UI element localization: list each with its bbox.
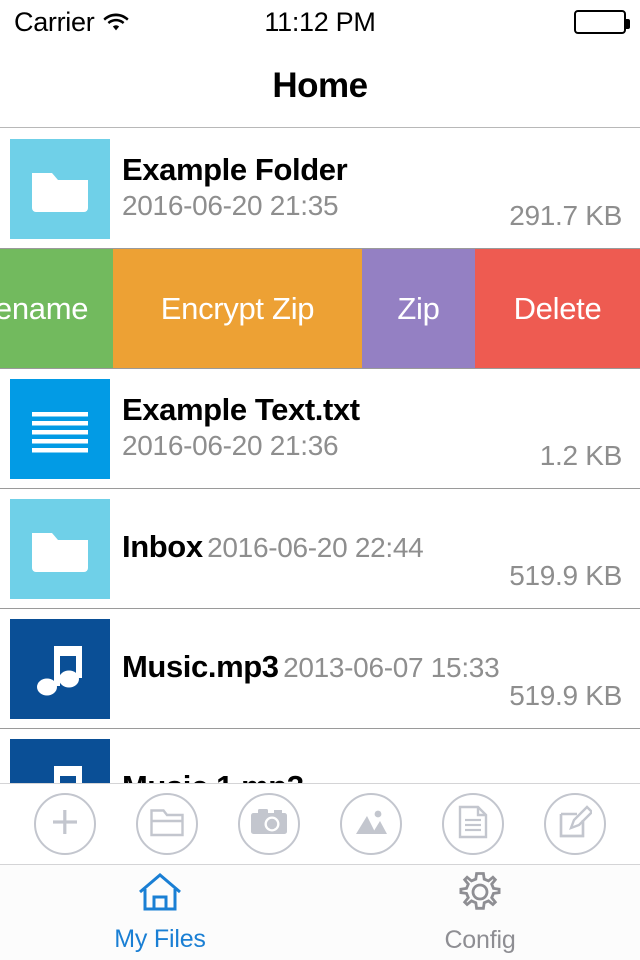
file-name: Example Folder xyxy=(122,151,348,187)
delete-button-label: Delete xyxy=(513,290,602,326)
zip-button-label: Zip xyxy=(397,290,440,326)
edit-icon xyxy=(558,804,594,844)
list-item[interactable]: Inbox 2016-06-20 22:44 519.9 KB xyxy=(0,489,640,609)
encrypt-zip-button-label: Encrypt Zip xyxy=(160,290,315,326)
text-document-icon xyxy=(10,378,110,479)
folder-icon xyxy=(10,498,110,599)
photos-button[interactable] xyxy=(340,793,402,855)
add-button[interactable] xyxy=(34,793,96,855)
camera-icon xyxy=(250,807,288,842)
new-folder-button[interactable] xyxy=(136,793,198,855)
app-root: Carrier 11:12 PM Home Example Folder 201… xyxy=(0,0,640,960)
swipe-action-bar[interactable]: Rename Encrypt Zip Zip Delete xyxy=(0,249,640,369)
music-note-icon xyxy=(10,618,110,719)
tab-my-files[interactable]: My Files xyxy=(0,865,320,960)
home-icon xyxy=(137,871,183,918)
gear-icon xyxy=(458,870,502,919)
action-toolbar xyxy=(0,783,640,865)
folder-icon xyxy=(10,138,110,239)
file-date: 2016-06-20 21:36 xyxy=(122,429,339,461)
camera-button[interactable] xyxy=(238,793,300,855)
new-file-button[interactable] xyxy=(442,793,504,855)
file-date: 2016-06-20 21:35 xyxy=(122,189,339,221)
file-name: Inbox xyxy=(122,529,203,565)
file-name: Music.mp3 xyxy=(122,649,279,685)
document-icon xyxy=(458,805,488,844)
list-item-text: Example Text.txt 2016-06-20 21:36 xyxy=(122,391,540,464)
list-item[interactable]: Example Text.txt 2016-06-20 21:36 1.2 KB xyxy=(0,369,640,489)
list-item-text: Inbox 2016-06-20 22:44 xyxy=(122,529,509,566)
navigation-bar: Home xyxy=(0,44,640,128)
list-item-text: Example Folder 2016-06-20 21:35 xyxy=(122,151,509,224)
page-title: Home xyxy=(272,65,368,105)
file-size: 519.9 KB xyxy=(509,560,622,591)
file-date: 2013-06-07 15:33 xyxy=(283,652,500,684)
rename-button[interactable]: Rename xyxy=(0,249,113,368)
battery-full-icon xyxy=(574,10,630,34)
encrypt-zip-button[interactable]: Encrypt Zip xyxy=(113,249,362,368)
file-name: Example Text.txt xyxy=(122,391,360,427)
file-date: 2016-06-20 22:44 xyxy=(207,532,424,564)
status-bar-clock: 11:12 PM xyxy=(264,6,376,37)
file-size: 1.2 KB xyxy=(539,440,623,471)
list-item[interactable]: Example Folder 2016-06-20 21:35 291.7 KB xyxy=(0,129,640,249)
photo-icon xyxy=(353,808,389,841)
tab-bar: My Files Config xyxy=(0,865,640,960)
edit-button[interactable] xyxy=(544,793,606,855)
file-size: 519.9 KB xyxy=(509,680,622,711)
delete-button[interactable]: Delete xyxy=(475,249,640,368)
status-bar: Carrier 11:12 PM xyxy=(0,0,640,44)
list-item-text: Music.mp3 2013-06-07 15:33 xyxy=(122,649,509,686)
list-item[interactable]: Music.mp3 2013-06-07 15:33 519.9 KB xyxy=(0,609,640,729)
music-note-icon xyxy=(10,738,110,783)
folder-icon xyxy=(149,806,185,843)
zip-button[interactable]: Zip xyxy=(362,249,475,368)
file-name: Music 1.mp3 xyxy=(122,769,304,783)
plus-icon xyxy=(48,805,82,844)
tab-config[interactable]: Config xyxy=(320,865,640,960)
status-bar-right xyxy=(574,10,630,34)
list-item-text: Music 1.mp3 xyxy=(122,769,622,783)
rename-button-label: Rename xyxy=(0,290,89,326)
tab-my-files-label: My Files xyxy=(114,925,206,953)
list-item[interactable]: Music 1.mp3 xyxy=(0,729,640,783)
file-size: 291.7 KB xyxy=(509,200,622,231)
file-list[interactable]: Example Folder 2016-06-20 21:35 291.7 KB… xyxy=(0,129,640,783)
tab-config-label: Config xyxy=(444,926,516,954)
